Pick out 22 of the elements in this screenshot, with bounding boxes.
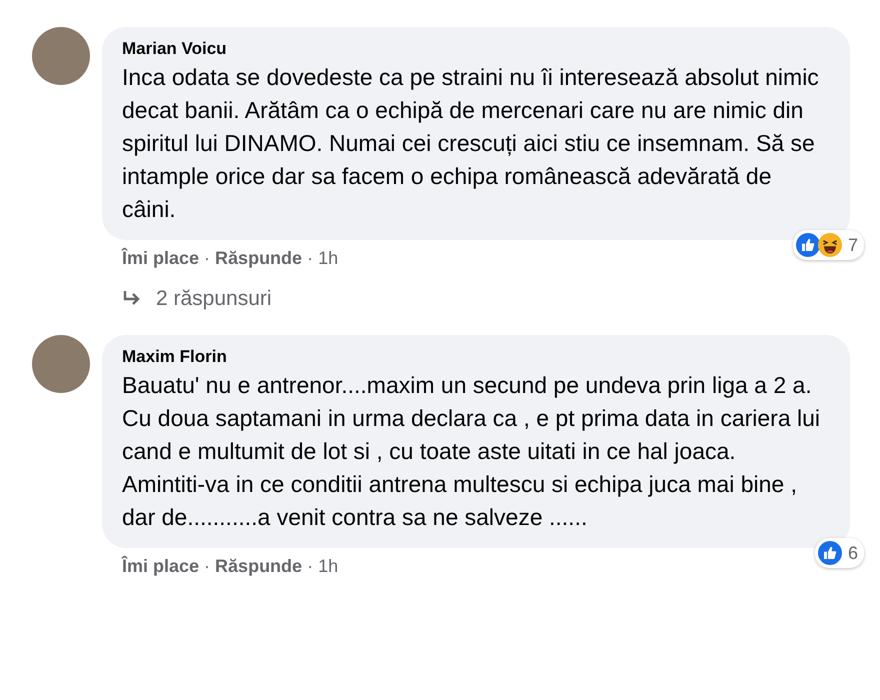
separator-dot: · bbox=[307, 248, 314, 269]
separator-dot: · bbox=[307, 556, 314, 577]
action-link[interactable]: Răspunde bbox=[215, 248, 302, 269]
separator-dot: · bbox=[204, 556, 210, 577]
laughing-reaction-icon bbox=[818, 233, 842, 257]
action-link[interactable]: Răspunde bbox=[215, 556, 302, 577]
reaction-summary[interactable]: 7 bbox=[792, 230, 864, 260]
reaction-count: 7 bbox=[848, 234, 858, 256]
reaction-summary[interactable]: 6 bbox=[814, 538, 864, 568]
action-link[interactable]: Îmi place bbox=[122, 556, 200, 577]
like-reaction-icon bbox=[796, 233, 820, 257]
like-reaction-icon bbox=[818, 541, 842, 565]
separator-dot: · bbox=[204, 248, 210, 269]
comment-text: Inca odata se dovedeste ca pe straini nu îi interesează absolut nimic decat banii. Arătâm ca o echipă de mercenari care nu are nimic din spiritul lui DINAMO. Numai cei crescuți aici stiu ce insemnam. Să se intample orice dar sa facem o echipa românească adevărată de câini. bbox=[122, 63, 820, 224]
reaction-count: 6 bbox=[848, 542, 858, 564]
replies-link[interactable]: 2 răspunsuri bbox=[102, 269, 850, 319]
author-name[interactable]: Marian Voicu bbox=[122, 39, 822, 59]
author-name[interactable]: Maxim Florin bbox=[122, 347, 822, 367]
timestamp[interactable]: 1h bbox=[318, 248, 338, 269]
comment-text: Bauatu' nu e antrenor....maxim un secund pe undeva prin liga a 2 a. Cu doua saptamani in urma declara ca , e pt prima data in cariera lui cand e multumit de lot si , cu toate aste uitati in ce hal joaca. Amintiti-va in ce conditii antrena multescu si echipa juca mai bine , dar de...........a venit contra sa ne salveze ...... bbox=[122, 371, 822, 532]
timestamp[interactable]: 1h bbox=[318, 556, 338, 577]
action-link[interactable]: Îmi place bbox=[122, 248, 200, 269]
